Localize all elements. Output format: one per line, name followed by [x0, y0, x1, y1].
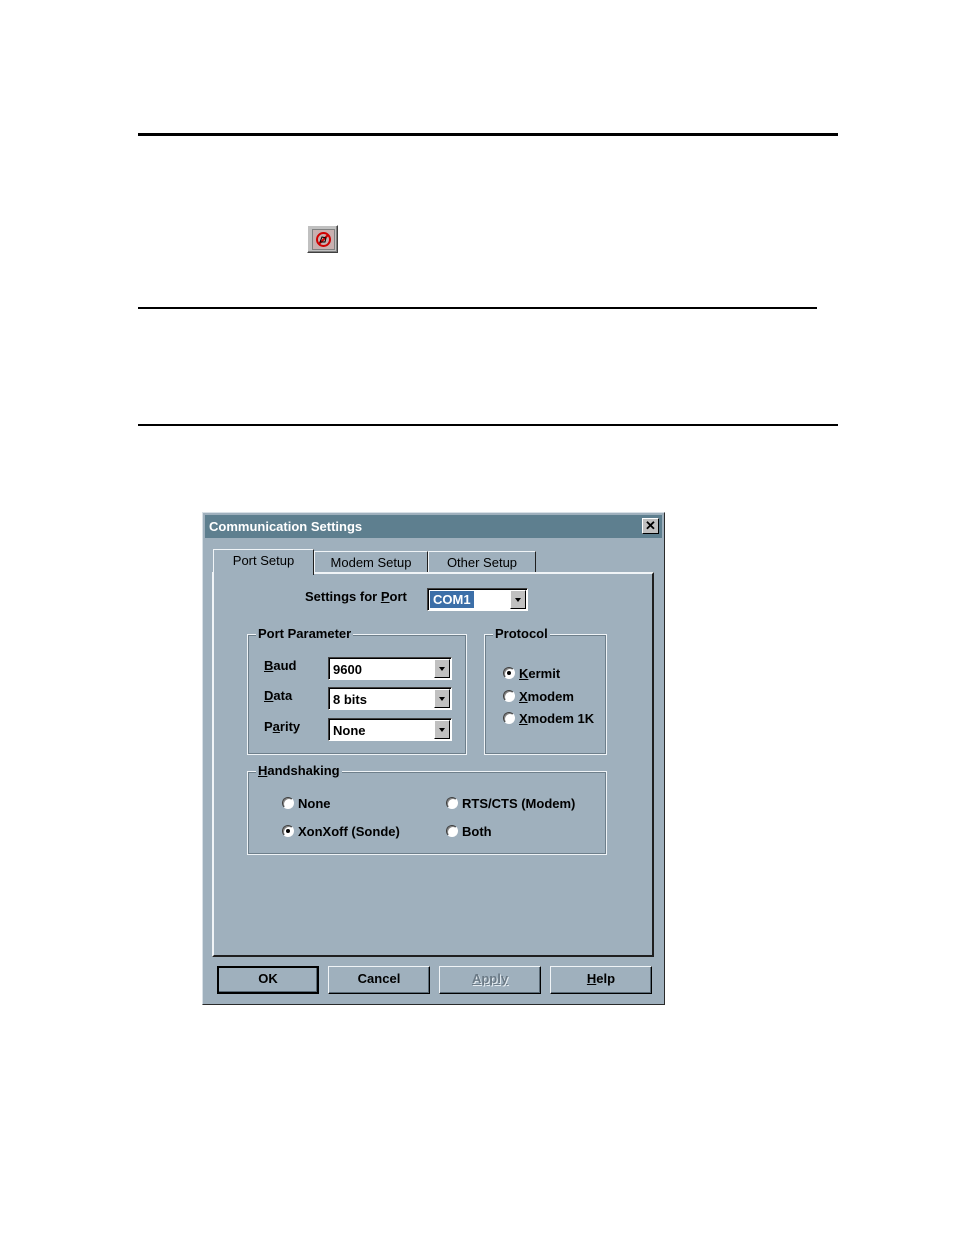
chevron-down-icon[interactable] — [434, 689, 450, 708]
port-value: COM1 — [430, 591, 474, 608]
handshake-none-radio[interactable] — [282, 797, 294, 809]
help-button[interactable]: Help — [550, 966, 652, 994]
handshake-both-label[interactable]: Both — [462, 824, 492, 839]
baud-value: 9600 — [333, 662, 362, 677]
ok-button[interactable]: OK — [217, 966, 319, 994]
parity-label: Parity — [264, 719, 301, 734]
handshake-both-radio[interactable] — [446, 825, 458, 837]
xmodem-1k-radio[interactable] — [503, 712, 515, 724]
protocol-title: Protocol — [493, 626, 550, 641]
handshake-rtscts-radio[interactable] — [446, 797, 458, 809]
port-parameter-title: Port Parameter — [256, 626, 354, 641]
data-label: Data — [264, 688, 293, 703]
kermit-label[interactable]: Kermit — [519, 666, 560, 681]
chevron-down-icon[interactable] — [434, 659, 450, 678]
xmodem-radio[interactable] — [503, 690, 515, 702]
handshaking-group: Handshaking — [247, 763, 607, 855]
baud-label: Baud — [264, 658, 297, 673]
chevron-down-icon[interactable] — [434, 720, 450, 739]
xmodem-1k-label[interactable]: Xmodem 1K — [519, 711, 594, 726]
handshake-rtscts-label[interactable]: RTS/CTS (Modem) — [462, 796, 575, 811]
parity-select[interactable]: None — [328, 718, 452, 741]
data-value: 8 bits — [333, 692, 367, 707]
handshake-xonxoff-radio[interactable] — [282, 825, 294, 837]
cancel-button[interactable]: Cancel — [328, 966, 430, 994]
handshaking-title: Handshaking — [256, 763, 342, 778]
apply-button[interactable]: Apply — [439, 966, 541, 994]
handshake-none-label[interactable]: None — [298, 796, 331, 811]
handshake-xonxoff-label[interactable]: XonXoff (Sonde) — [298, 824, 400, 839]
baud-select[interactable]: 9600 — [328, 657, 452, 680]
port-label: Settings for Port — [305, 589, 407, 604]
kermit-radio[interactable] — [503, 667, 515, 679]
parity-value: None — [333, 723, 366, 738]
xmodem-label[interactable]: Xmodem — [519, 689, 574, 704]
port-select[interactable]: COM1 — [427, 588, 528, 611]
chevron-down-icon[interactable] — [510, 590, 526, 609]
data-select[interactable]: 8 bits — [328, 687, 452, 710]
